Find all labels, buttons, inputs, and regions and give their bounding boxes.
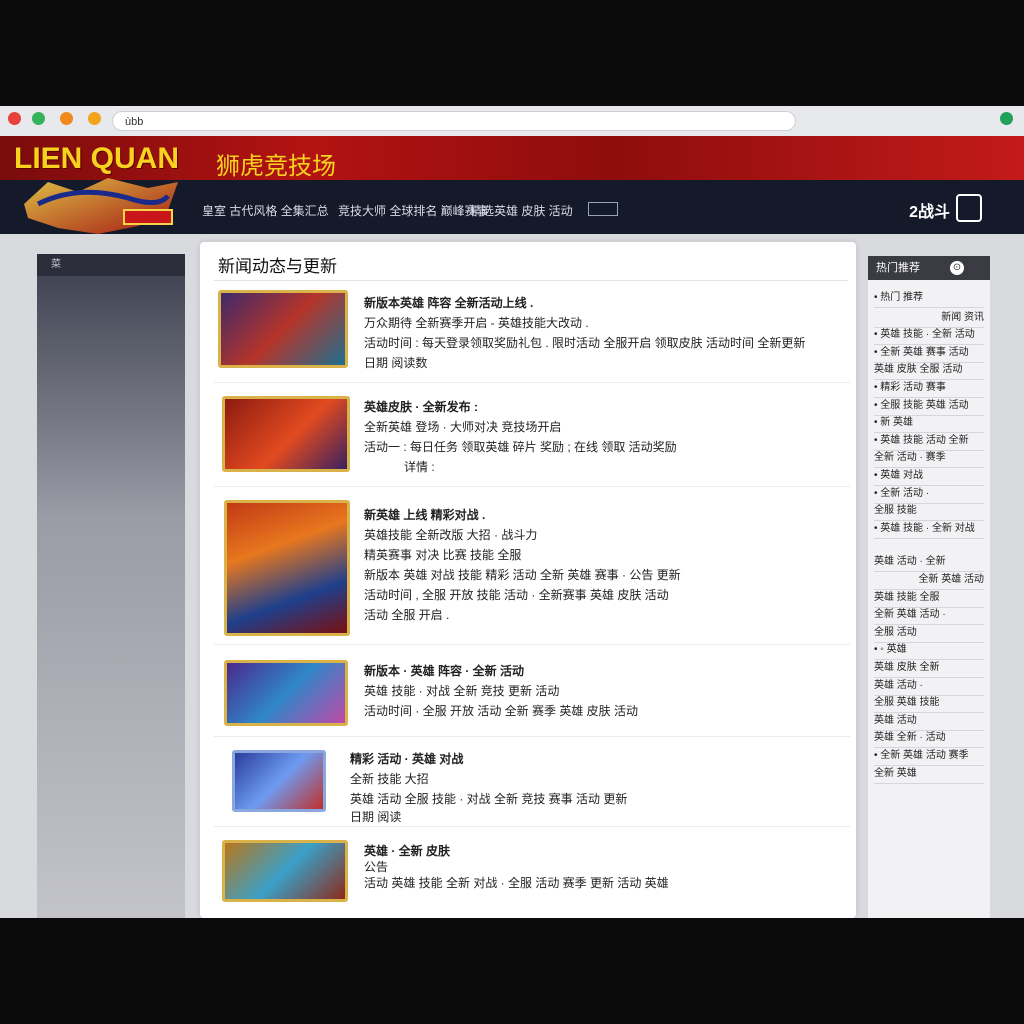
sidebar-link[interactable]: • 全新 英雄 活动 赛季 [874,748,984,766]
browser-toolbar: ùbb [0,106,1024,137]
news-text: 英雄 活动 全服 技能 · 对战 全新 竞技 赛事 活动 更新 [350,792,628,806]
sidebar-link[interactable]: • 全服 技能 英雄 活动 [874,398,984,416]
bookmark-icon[interactable] [88,112,101,125]
sidebar-link[interactable]: 英雄 全新 · 活动 [874,730,984,749]
news-thumbnail[interactable] [218,290,348,368]
status-indicator-icon [1000,112,1013,125]
news-text: 活动时间 · 全服 开放 活动 全新 赛季 英雄 皮肤 活动 [364,704,639,718]
sidebar-link[interactable]: • 英雄 技能 · 全新 对战 [874,521,984,539]
browser-window: ùbb LIEN QUAN 狮虎竞技场 皇室 古代风格 全集汇总 竞技大师 全球… [0,106,1024,918]
news-headline[interactable]: 英雄皮肤 · 全新发布 : [364,398,478,415]
news-text: 英雄技能 全新改版 大招 · 战斗力 [364,528,538,542]
news-thumbnail[interactable] [232,750,326,812]
extension-icon[interactable] [60,112,73,125]
sidebar-link[interactable]: 英雄 皮肤 全新 [874,660,984,678]
sidebar-link[interactable]: • 精彩 活动 赛事 [874,380,984,398]
news-item[interactable]: 精彩 活动 · 英雄 对战 全新 技能 大招 英雄 活动 全服 技能 · 对战 … [214,740,850,827]
menu-icon[interactable] [588,202,618,216]
sidebar-link[interactable]: 英雄 活动 [874,713,984,731]
address-bar[interactable]: ùbb [112,111,796,131]
title-divider [214,280,848,281]
refresh-icon[interactable] [32,112,45,125]
close-window-button[interactable] [8,112,21,125]
news-headline[interactable]: 新英雄 上线 精彩对战 . [364,506,485,523]
news-item[interactable]: 英雄皮肤 · 全新发布 : 全新英雄 登场 · 大师对决 竞技场开启 活动一 :… [214,386,850,487]
site-title: LIEN QUAN [14,142,179,175]
news-text: 活动 英雄 技能 全新 对战 · 全服 活动 赛季 更新 活动 英雄 [364,876,669,890]
news-item[interactable]: 新英雄 上线 精彩对战 . 英雄技能 全新改版 大招 · 战斗力 精英赛事 对决… [214,492,850,645]
nav-item-3[interactable]: 精选英雄 皮肤 活动 [470,202,573,219]
news-text: 活动一 : 每日任务 领取英雄 碎片 奖励 ; 在线 领取 活动奖励 [364,440,677,454]
sidebar-link[interactable]: • 英雄 技能 · 全新 活动 [874,327,984,346]
news-thumbnail[interactable] [224,660,348,726]
news-text: 全新英雄 登场 · 大师对决 竞技场开启 [364,420,562,434]
game-logo-icon[interactable] [18,174,188,238]
main-nav: 皇室 古代风格 全集汇总 竞技大师 全球排名 巅峰赛事 精选英雄 皮肤 活动 2… [0,178,1024,234]
news-item[interactable]: 英雄 · 全新 皮肤 公告 活动 英雄 技能 全新 对战 · 全服 活动 赛季 … [214,832,850,914]
right-sidebar-title: 热门推荐 [876,262,920,274]
sidebar-link[interactable]: 英雄 活动 · 全新 [874,554,984,573]
sidebar-link[interactable]: • 全新 活动 · [874,486,984,504]
news-headline[interactable]: 精彩 活动 · 英雄 对战 [350,750,463,767]
news-headline[interactable]: 新版本英雄 阵容 全新活动上线 . [364,294,533,311]
news-item[interactable]: 新版本英雄 阵容 全新活动上线 . 万众期待 全新赛季开启 - 英雄技能大改动 … [214,286,850,383]
site-subtitle: 狮虎竞技场 [216,152,336,180]
sidebar-link[interactable]: • 英雄 对战 [874,468,984,486]
right-sidebar-heading: 热门推荐 ⊙ [868,256,990,280]
sidebar-link[interactable]: • 全新 英雄 赛事 活动 [874,345,984,363]
news-item[interactable]: 新版本 · 英雄 阵容 · 全新 活动 英雄 技能 · 对战 全新 竞技 更新 … [214,650,850,737]
user-profile-icon[interactable] [956,194,982,222]
news-meta: 日期 阅读数 [364,356,428,370]
news-text: 万众期待 全新赛季开启 - 英雄技能大改动 . [364,316,589,330]
news-thumbnail[interactable] [222,396,350,472]
sidebar-link[interactable]: • ◦ 英雄 [874,642,984,661]
sidebar-link[interactable]: 英雄 皮肤 全服 活动 [874,362,984,381]
sidebar-link[interactable]: • 新 英雄 [874,415,984,434]
left-sidebar-heading: 菜 [37,254,185,276]
news-text: 活动 全服 开启 . [364,608,450,622]
news-text: 精英赛事 对决 比赛 技能 全服 [364,548,522,562]
sidebar-link[interactable]: 新闻 资讯 [874,310,984,328]
news-text: 全新 技能 大招 [350,772,429,786]
expand-icon[interactable]: ⊙ [950,261,964,275]
nav-item-2[interactable]: 竞技大师 全球排名 巅峰赛事 [338,202,489,219]
news-text: 公告 [364,860,389,874]
news-meta: 日期 阅读 [350,810,402,824]
news-text: 英雄 技能 · 对战 全新 竞技 更新 活动 [364,684,560,698]
sidebar-link[interactable]: • 热门 推荐 [874,290,984,308]
news-feed: 新闻动态与更新 新版本英雄 阵容 全新活动上线 . 万众期待 全新赛季开启 - … [200,242,856,918]
news-text: 新版本 英雄 对战 技能 精彩 活动 全新 英雄 赛事 · 公告 更新 [364,568,681,582]
page-title: 新闻动态与更新 [218,257,337,276]
user-account-link[interactable]: 2战斗 [909,198,950,222]
sidebar-link[interactable]: • 英雄 技能 活动 全新 [874,433,984,451]
sidebar-link[interactable]: 全新 英雄 活动 · [874,607,984,626]
news-headline[interactable]: 英雄 · 全新 皮肤 [364,842,450,859]
news-meta: 详情 : [404,460,435,474]
news-thumbnail[interactable] [222,840,348,902]
news-text: 活动时间 : 每天登录领取奖励礼包 . 限时活动 全服开启 领取皮肤 活动时间 … [364,336,806,350]
news-thumbnail[interactable] [224,500,350,636]
nav-item-1[interactable]: 皇室 古代风格 全集汇总 [202,202,329,219]
right-sidebar: 热门推荐 ⊙ • 热门 推荐 新闻 资讯 • 英雄 技能 · 全新 活动 • 全新 英… [868,256,990,918]
sidebar-link[interactable]: 全新 英雄 [874,766,984,784]
sidebar-link[interactable]: 全新 英雄 活动 [874,572,984,590]
sidebar-link[interactable]: 全服 技能 [874,503,984,522]
left-sidebar: 菜 [37,254,185,918]
sidebar-link[interactable]: 全服 英雄 技能 [874,695,984,714]
sidebar-link[interactable]: 英雄 活动 · [874,678,984,696]
news-headline[interactable]: 新版本 · 英雄 阵容 · 全新 活动 [364,662,524,679]
news-text: 活动时间 , 全服 开放 技能 活动 · 全新赛事 英雄 皮肤 活动 [364,588,669,602]
sidebar-link[interactable]: 全服 活动 [874,625,984,643]
sidebar-link[interactable]: 全新 活动 · 赛季 [874,450,984,469]
sidebar-link[interactable]: 英雄 技能 全服 [874,590,984,608]
